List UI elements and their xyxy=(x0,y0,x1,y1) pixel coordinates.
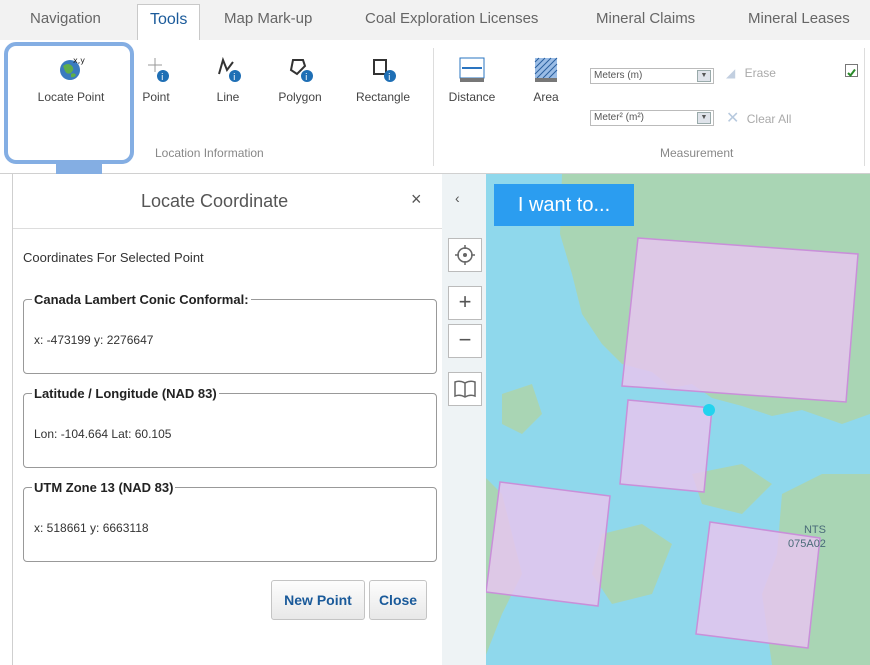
land-area xyxy=(502,384,542,434)
eraser-icon: ◢ xyxy=(726,66,736,80)
tab-tools[interactable]: Tools xyxy=(137,4,201,40)
tab-coal-exploration-licenses[interactable]: Coal Exploration Licenses xyxy=(365,10,538,27)
point-info-button[interactable]: i Point xyxy=(136,54,176,104)
zoom-in-button[interactable]: + xyxy=(448,286,482,320)
clear-x-icon: ✕ xyxy=(726,110,740,127)
area-unit-select[interactable]: Meter² (m²) ▼ xyxy=(590,110,714,126)
length-unit-value: Meters (m) xyxy=(594,70,643,81)
nts-label-line1: NTS xyxy=(803,524,826,536)
mineral-claim-polygon[interactable] xyxy=(485,481,611,607)
utm-value: x: 518661 y: 6663118 xyxy=(34,521,149,535)
close-button[interactable]: Close xyxy=(369,580,427,620)
zoom-out-button[interactable]: − xyxy=(448,324,482,358)
book-icon xyxy=(454,380,476,398)
measurement-group-caption: Measurement xyxy=(660,146,734,160)
lambert-legend: Canada Lambert Conic Conformal: xyxy=(34,292,249,307)
crosshair-icon xyxy=(455,245,475,265)
rectangle-info-icon: i xyxy=(368,54,398,84)
latlon-legend: Latitude / Longitude (NAD 83) xyxy=(34,386,217,401)
tab-mineral-claims[interactable]: Mineral Claims xyxy=(596,10,695,27)
area-unit-value: Meter² (m²) xyxy=(594,112,644,123)
nts-label: NTS 075A02 xyxy=(788,523,826,551)
utm-legend: UTM Zone 13 (NAD 83) xyxy=(34,480,174,495)
clear-all-button[interactable]: ✕ Clear All xyxy=(726,108,791,128)
point-info-icon: i xyxy=(141,54,171,84)
latlon-fieldset: Latitude / Longitude (NAD 83) Lon: -104.… xyxy=(23,386,437,468)
line-label: Line xyxy=(216,90,240,104)
tab-map-markup[interactable]: Map Mark-up xyxy=(224,10,312,27)
ribbon-separator xyxy=(864,48,865,166)
distance-ruler-icon xyxy=(457,54,487,84)
map-layer xyxy=(442,174,870,665)
location-group-caption: Location Information xyxy=(155,146,264,160)
rectangle-label: Rectangle xyxy=(355,90,411,104)
lambert-fieldset: Canada Lambert Conic Conformal: x: -4731… xyxy=(23,292,437,374)
chevron-down-icon: ▼ xyxy=(697,70,711,82)
distance-label: Distance xyxy=(448,90,496,104)
coordinates-heading: Coordinates For Selected Point xyxy=(23,250,204,265)
panel-title: Locate Coordinate xyxy=(141,191,289,211)
latlon-value: Lon: -104.664 Lat: 60.105 xyxy=(34,427,172,441)
tab-navigation[interactable]: Navigation xyxy=(30,10,101,27)
close-icon[interactable]: × xyxy=(411,189,422,210)
area-hatch-icon xyxy=(531,54,561,84)
i-want-to-button[interactable]: I want to... xyxy=(494,184,634,226)
rectangle-info-button[interactable]: i Rectangle xyxy=(348,54,418,104)
new-point-button[interactable]: New Point xyxy=(271,580,365,620)
line-info-icon: i xyxy=(213,54,243,84)
clear-all-label: Clear All xyxy=(746,112,792,126)
distance-button[interactable]: Distance xyxy=(440,54,504,104)
erase-button[interactable]: ◢ Erase xyxy=(726,66,776,80)
chevron-down-icon: ▼ xyxy=(697,112,711,124)
svg-text:i: i xyxy=(388,73,391,83)
locate-coordinate-panel: Locate Coordinate × Coordinates For Sele… xyxy=(12,174,443,665)
mineral-claim-polygon[interactable] xyxy=(619,399,713,493)
main-tab-bar: Navigation Tools Map Mark-up Coal Explor… xyxy=(0,0,870,41)
polygon-label: Polygon xyxy=(278,90,322,104)
ribbon-separator xyxy=(433,48,434,166)
point-label: Point xyxy=(142,90,170,104)
selected-point-marker xyxy=(703,404,715,416)
mineral-claim-polygon[interactable] xyxy=(621,237,859,403)
show-measure-checkbox[interactable] xyxy=(845,64,858,78)
nts-label-line2: 075A02 xyxy=(788,538,826,550)
bookmarks-button[interactable] xyxy=(448,372,482,406)
area-button[interactable]: Area xyxy=(526,54,566,104)
utm-fieldset: UTM Zone 13 (NAD 83) x: 518661 y: 666311… xyxy=(23,480,437,562)
area-label: Area xyxy=(533,90,559,104)
polygon-info-button[interactable]: i Polygon xyxy=(272,54,328,104)
map-canvas[interactable]: NTS 075A02 xyxy=(442,174,870,665)
panel-header: Locate Coordinate × xyxy=(13,174,443,229)
length-unit-select[interactable]: Meters (m) ▼ xyxy=(590,68,714,84)
svg-text:i: i xyxy=(305,73,308,83)
tab-mineral-leases[interactable]: Mineral Leases xyxy=(748,10,850,27)
locate-me-button[interactable] xyxy=(448,238,482,272)
collapse-panel-icon[interactable]: ‹ xyxy=(455,190,460,206)
line-info-button[interactable]: i Line xyxy=(210,54,246,104)
svg-text:i: i xyxy=(233,73,236,83)
lambert-value: x: -473199 y: 2276647 xyxy=(34,333,154,347)
polygon-info-icon: i xyxy=(285,54,315,84)
checkmark-icon xyxy=(847,68,856,78)
erase-label: Erase xyxy=(744,66,776,80)
svg-text:i: i xyxy=(161,73,164,83)
locate-point-highlight xyxy=(4,42,134,164)
